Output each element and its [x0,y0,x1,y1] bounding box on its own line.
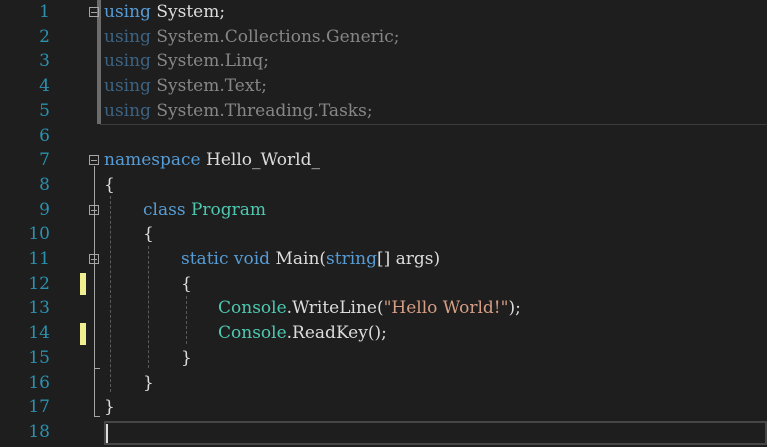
line-number: 5 [39,100,50,121]
indent-guide [186,296,187,344]
editor-line-14[interactable]: 14 Console.ReadKey(); [0,321,767,346]
string-literal: "Hello World!" [383,298,509,319]
line-number: 1 [39,2,50,22]
editor-line-3[interactable]: 3 using System.Linq; [0,49,767,74]
editor-line-17[interactable]: 17 } [0,395,767,420]
namespace-ref: System.Text; [150,76,267,97]
keyword-using: using [104,51,151,72]
code-text[interactable]: static void Main(string[] args) [181,247,440,272]
editor-line-6[interactable]: 6 [0,124,767,149]
namespace-ref: System.Collections.Generic; [150,26,400,47]
editor-line-5[interactable]: 5 using System.Threading.Tasks; [0,99,767,124]
current-line-highlight [104,421,767,445]
line-number: 14 [28,323,50,344]
editor-line-10[interactable]: 10 { [0,222,767,247]
line-number: 7 [39,150,50,171]
method-params: [] args) [376,249,441,269]
code-editor[interactable]: 1 using System; 2 using System.Collectio… [0,0,767,447]
code-text[interactable]: class Program [143,198,266,223]
code-text[interactable]: { [143,222,154,247]
keyword-namespace: namespace [104,150,201,171]
line-number: 15 [28,347,50,368]
namespace-ref: System.Linq; [150,51,270,72]
editor-line-7[interactable]: 7 namespace Hello_World_ [0,148,767,173]
line-number: 10 [28,224,50,245]
code-text[interactable]: } [143,371,154,396]
editor-line-13[interactable]: 13 Console.WriteLine("Hello World!"); [0,296,767,321]
namespace-ref: System.Threading.Tasks; [150,100,373,121]
block-separator [100,124,767,125]
code-text[interactable]: } [181,346,192,371]
method-call: .ReadKey(); [286,323,387,344]
editor-line-15[interactable]: 15 } [0,346,767,371]
keyword-using: using [104,2,151,22]
editor-line-12[interactable]: 12 { [0,272,767,297]
code-text[interactable]: Console.WriteLine("Hello World!"); [218,296,521,321]
line-number: 12 [28,273,50,294]
keyword-void: void [233,249,271,269]
code-text[interactable]: using System.Threading.Tasks; [104,99,373,124]
namespace-name: Hello_World_ [200,150,320,171]
line-number: 11 [28,249,50,269]
keyword-class: class [143,199,186,220]
code-text[interactable]: using System; [104,0,225,25]
line-number: 16 [28,372,50,393]
method-call: .WriteLine( [286,298,384,319]
keyword-using: using [104,76,151,97]
text-caret [106,424,108,443]
method-name: Main( [275,249,327,269]
code-text[interactable]: { [181,272,192,297]
editor-line-4[interactable]: 4 using System.Text; [0,74,767,99]
editor-line-1[interactable]: 1 using System; [0,0,767,25]
keyword-string: string [326,249,377,269]
type-console: Console [218,298,287,319]
change-marker [80,273,86,295]
fold-end [94,416,100,417]
code-text[interactable]: Console.ReadKey(); [218,321,387,346]
line-number: 8 [39,174,50,195]
line-number: 17 [28,397,50,418]
editor-line-16[interactable]: 16 } [0,371,767,396]
keyword-using: using [104,100,151,121]
editor-line-8[interactable]: 8 { [0,173,767,198]
collapse-icon[interactable] [89,155,99,165]
line-number: 9 [39,199,50,220]
code-text[interactable]: namespace Hello_World_ [104,148,320,173]
fold-end [94,368,100,369]
collapse-icon[interactable] [89,7,99,17]
editor-line-11[interactable]: 11 static void Main(string[] args) [0,247,767,272]
call-end: ); [508,298,521,319]
code-text[interactable]: { [104,173,115,198]
indent-guide [148,246,149,368]
editor-line-2[interactable]: 2 using System.Collections.Generic; [0,25,767,50]
type-console: Console [218,323,287,344]
line-number: 6 [39,125,50,146]
code-text[interactable]: using System.Linq; [104,49,269,74]
line-number: 13 [28,298,50,319]
keyword-using: using [104,26,151,47]
line-number: 18 [28,421,50,442]
line-number: 4 [39,76,50,97]
change-marker [80,323,86,345]
code-text[interactable]: } [104,395,115,420]
class-name: Program [190,199,267,220]
code-text[interactable]: using System.Collections.Generic; [104,25,400,50]
indent-guide [110,196,111,392]
fold-line [94,166,95,416]
namespace-ref: System; [150,2,226,22]
using-block-bar [97,0,101,124]
line-number: 2 [39,26,50,47]
editor-line-9[interactable]: 9 class Program [0,198,767,223]
code-text[interactable]: using System.Text; [104,74,267,99]
keyword-static: static [181,249,229,269]
line-number: 3 [39,51,50,72]
